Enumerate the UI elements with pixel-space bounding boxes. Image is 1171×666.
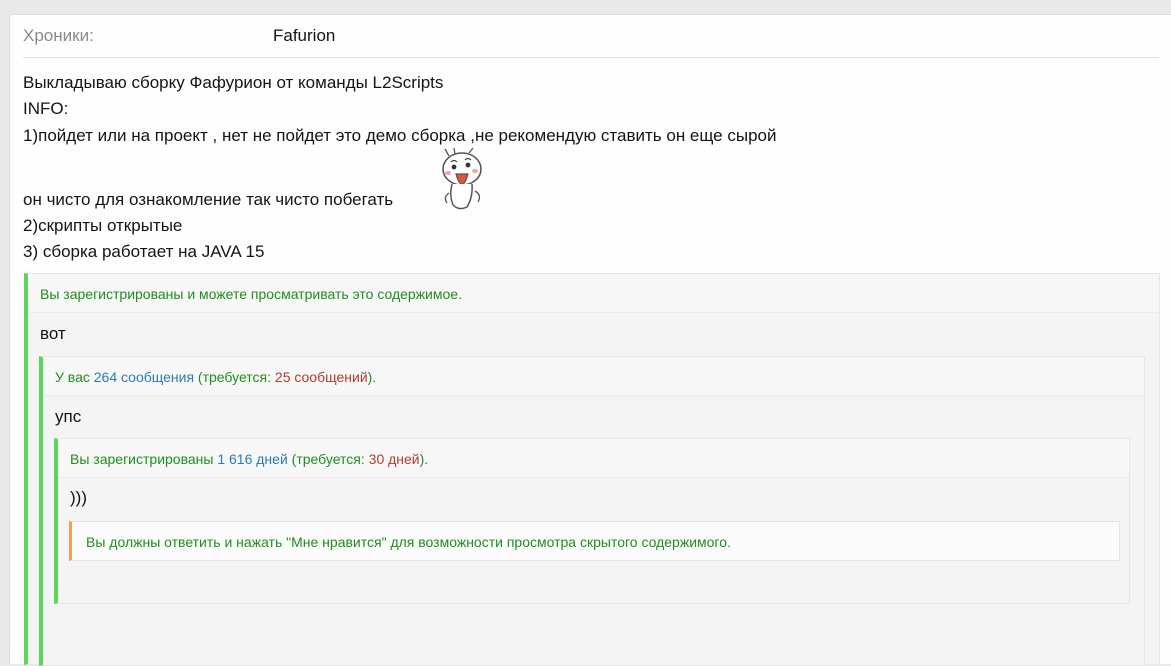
messages-have-count: 264 сообщения: [93, 369, 195, 385]
post-meta-row: Хроники: Fafurion: [23, 15, 1159, 58]
body-line-2: INFO:: [23, 99, 69, 118]
body-line-1: Выкладываю сборку Фафурион от команды L2…: [23, 73, 444, 92]
forum-post: Хроники: Fafurion Выкладываю сборку Фафу…: [9, 14, 1171, 666]
hidden-content-days: Вы зарегистрированы 1 616 дней (требуетс…: [54, 438, 1130, 604]
days-have-count: 1 616 дней: [217, 451, 288, 467]
like-required-notice: Вы должны ответить и нажать "Мне нравитс…: [69, 521, 1120, 561]
chronicle-label: Хроники:: [23, 26, 94, 45]
hidden-header-days: Вы зарегистрированы 1 616 дней (требуетс…: [58, 439, 1129, 478]
laughing-face-smiley-icon: [442, 147, 482, 210]
body-line-6: 3) сборка работает на JAVA 15: [23, 242, 265, 261]
messages-required-count: 25 сообщений: [274, 369, 368, 385]
hidden-content-text-2: упс: [55, 407, 82, 426]
chronicle-value: Fafurion: [273, 26, 336, 45]
hidden-content-registered: Вы зарегистрированы и можете просматрива…: [24, 273, 1160, 666]
hidden-content-messages: У вас 264 сообщения (требуется: 25 сообщ…: [39, 356, 1145, 666]
hidden-content-text-1: вот: [40, 324, 66, 343]
body-line-4: он чисто для ознакомление так чисто побе…: [23, 190, 394, 209]
hidden-content-text-3: ))): [70, 488, 87, 507]
hidden-header-messages: У вас 264 сообщения (требуется: 25 сообщ…: [43, 357, 1144, 396]
body-line-5: 2)скрипты открытые: [23, 216, 183, 235]
body-line-3: 1)пойдет или на проект , нет не пойдет э…: [23, 126, 777, 145]
days-required-count: 30 дней: [368, 451, 420, 467]
hidden-header-registered: Вы зарегистрированы и можете просматрива…: [28, 274, 1159, 313]
